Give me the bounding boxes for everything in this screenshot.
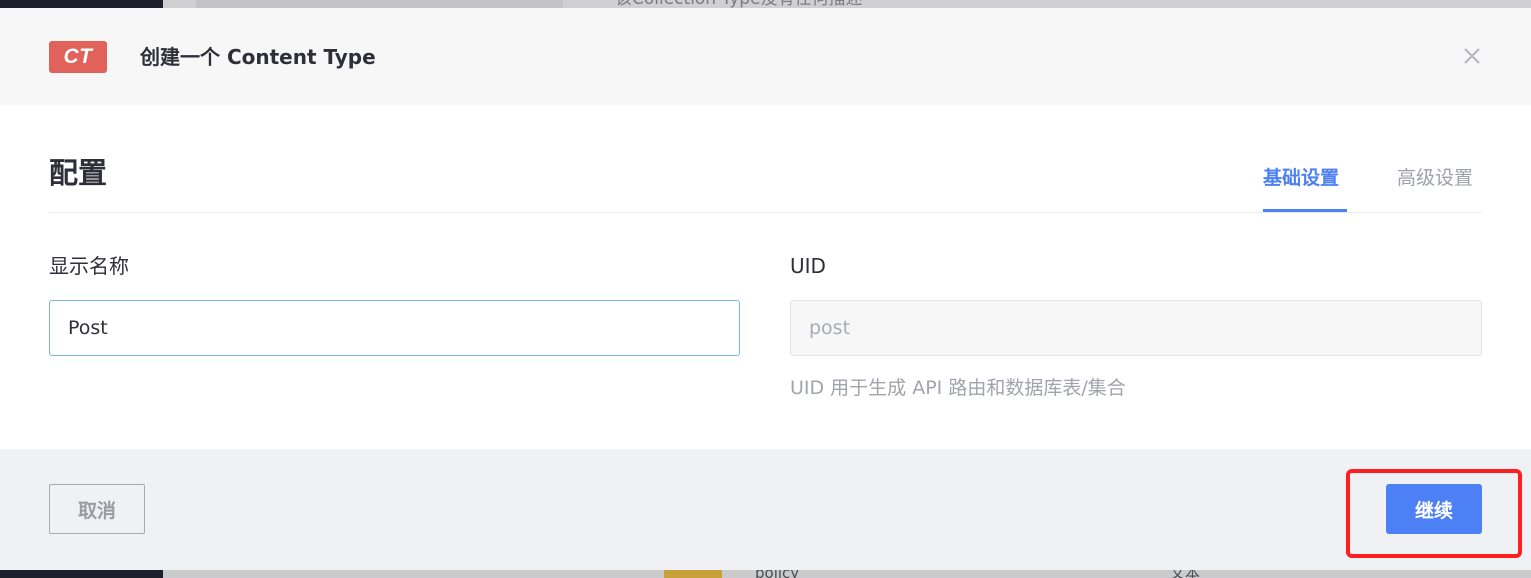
display-name-input[interactable] (49, 300, 740, 356)
modal-title: 创建一个 Content Type (140, 45, 376, 69)
modal-footer: 取消 继续 (0, 449, 1531, 570)
content-type-badge: CT (49, 41, 107, 73)
tab-basic-settings[interactable]: 基础设置 (1263, 163, 1339, 193)
section-divider (49, 212, 1482, 213)
uid-label: UID (790, 254, 826, 278)
continue-button[interactable]: 继续 (1386, 484, 1482, 534)
sidebar-background (0, 0, 163, 8)
cancel-button[interactable]: 取消 (49, 484, 145, 534)
background-description-text: 该Collection Type没有任何描述 (615, 0, 863, 8)
create-content-type-modal: CT 创建一个 Content Type 配置 基础设置 高级设置 显示名称 U… (0, 8, 1531, 570)
close-icon[interactable] (1460, 44, 1484, 68)
content-type-badge-label: CT (63, 45, 93, 68)
background-list-strip (163, 570, 1531, 578)
uid-hint: UID 用于生成 API 路由和数据库表/集合 (790, 377, 1126, 399)
sidebar-background-bottom (0, 570, 163, 578)
display-name-label: 显示名称 (49, 254, 129, 278)
section-title: 配置 (49, 156, 108, 190)
background-field-badge (664, 570, 722, 578)
uid-input[interactable] (790, 300, 1482, 356)
tab-advanced-settings[interactable]: 高级设置 (1397, 163, 1473, 193)
modal-header: CT 创建一个 Content Type (0, 8, 1531, 105)
